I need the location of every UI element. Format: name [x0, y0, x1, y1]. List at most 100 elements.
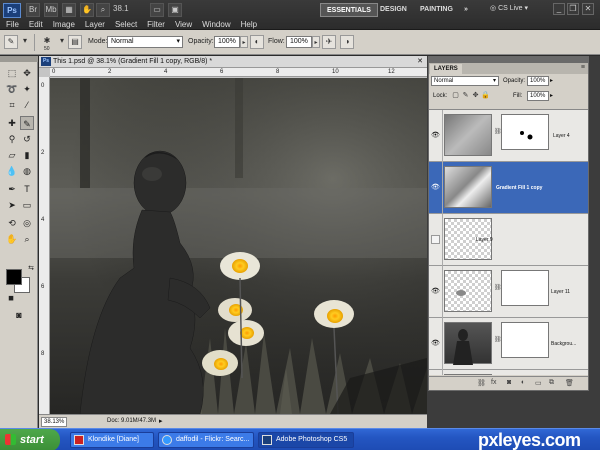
foreground-color-swatch[interactable] — [6, 269, 22, 285]
dodge-tool-icon[interactable]: ◍ — [20, 164, 34, 178]
3d-rotate-icon[interactable]: ⟲ — [5, 216, 19, 230]
zoom-level[interactable]: 38.1 — [113, 4, 129, 13]
opacity-slider-icon[interactable]: ▸ — [240, 36, 248, 48]
menu-edit[interactable]: Edit — [29, 20, 43, 29]
pressure-opacity-icon[interactable]: ◐ — [250, 35, 264, 49]
marquee-tool-icon[interactable]: ⬚ — [5, 66, 19, 80]
layer-mask-thumbnail[interactable] — [501, 114, 549, 150]
close-icon[interactable]: ✕ — [582, 3, 594, 15]
menu-file[interactable]: File — [6, 20, 19, 29]
default-colors-icon[interactable]: ◼ — [4, 292, 18, 306]
type-tool-icon[interactable]: T — [20, 182, 34, 196]
layer-row[interactable] — [429, 370, 588, 375]
lock-transparency-icon[interactable]: ▢ — [451, 92, 460, 100]
brush-panel-icon[interactable]: ▤ — [68, 35, 82, 49]
layer-style-icon[interactable]: fx — [491, 379, 496, 386]
mode-select[interactable]: Normal ▾ — [107, 36, 183, 48]
eraser-tool-icon[interactable]: ▱ — [5, 148, 19, 162]
bridge-icon[interactable]: Br — [26, 3, 40, 17]
blur-tool-icon[interactable]: 💧 — [5, 164, 19, 178]
image-canvas[interactable] — [50, 78, 427, 414]
menu-view[interactable]: View — [175, 20, 192, 29]
eye-icon[interactable]: 👁 — [431, 339, 440, 348]
swap-colors-icon[interactable]: ⇆ — [24, 262, 38, 276]
taskbar-item-klondike[interactable]: Klondike [Diane] — [70, 432, 154, 448]
preset-dropdown-icon[interactable]: ▾ — [20, 35, 30, 49]
flow-slider-icon[interactable]: ▸ — [312, 36, 320, 48]
shape-tool-icon[interactable]: ▭ — [20, 198, 34, 212]
add-mask-icon[interactable]: ◙ — [507, 379, 511, 386]
vertical-ruler[interactable]: 0 2 4 6 8 — [39, 77, 50, 414]
minimize-icon[interactable]: _ — [553, 3, 565, 15]
minibridge-icon[interactable]: Mb — [44, 3, 58, 17]
hand-tool-icon[interactable]: ✋ — [5, 232, 19, 246]
menu-filter[interactable]: Filter — [147, 20, 165, 29]
menu-layer[interactable]: Layer — [85, 20, 105, 29]
document-tab[interactable]: Ps This 1.psd @ 38.1% (Gradient Fill 1 c… — [39, 56, 427, 68]
trash-icon[interactable]: 🗑 — [565, 379, 574, 387]
visibility-toggle-off[interactable] — [431, 235, 440, 244]
brush-tool-preset-icon[interactable]: ✎ — [4, 35, 18, 49]
3d-orbit-icon[interactable]: ◎ — [20, 216, 34, 230]
crop-tool-icon[interactable]: ⌗ — [5, 98, 19, 112]
layer-row[interactable]: 👁 ⛓ Layer 4 — [429, 110, 588, 162]
taskbar-item-photoshop[interactable]: Adobe Photoshop CS5 — [258, 432, 354, 448]
gradient-tool-icon[interactable]: ▮ — [20, 148, 34, 162]
panel-grip[interactable] — [0, 56, 38, 62]
link-layers-icon[interactable]: ⛓ — [477, 379, 486, 387]
move-tool-icon[interactable]: ✥ — [20, 66, 34, 80]
status-menu-arrow-icon[interactable]: ▸ — [159, 417, 163, 425]
eyedropper-icon[interactable]: ⁄ — [20, 98, 34, 112]
opacity-input[interactable]: 100% — [214, 36, 240, 48]
horizontal-ruler[interactable]: 0 2 4 6 8 10 12 — [50, 68, 427, 77]
more-workspaces[interactable]: » — [458, 3, 474, 17]
menu-select[interactable]: Select — [115, 20, 137, 29]
brush-tool-icon[interactable]: ✎ — [20, 116, 34, 130]
tab-layers[interactable]: LAYERS — [430, 64, 462, 74]
workspace-painting[interactable]: PAINTING — [414, 3, 459, 17]
lasso-tool-icon[interactable]: ➰ — [5, 82, 19, 96]
fill-input[interactable]: 100% — [527, 91, 549, 101]
eye-icon[interactable]: 👁 — [431, 287, 440, 296]
eye-icon[interactable]: 👁 — [431, 183, 440, 192]
new-group-icon[interactable]: ▭ — [535, 379, 542, 387]
hand-zoom-icon[interactable]: ✋ — [80, 3, 94, 17]
quick-mask-icon[interactable]: ◙ — [12, 308, 26, 322]
lock-pixels-icon[interactable]: ✎ — [461, 92, 470, 100]
menu-help[interactable]: Help — [241, 20, 257, 29]
layer-mask-thumbnail[interactable] — [501, 322, 549, 358]
brush-dropdown-icon[interactable]: ▾ — [58, 35, 66, 49]
zoom-tool-icon[interactable]: ⌕ — [20, 232, 34, 246]
zoom-tool-icon[interactable]: ⌕ — [96, 3, 110, 17]
quick-select-icon[interactable]: ✦ — [20, 82, 34, 96]
adjustment-layer-icon[interactable]: ◐ — [521, 379, 525, 386]
taskbar-item-browser[interactable]: daffodil - Flickr: Searc... — [158, 432, 254, 448]
path-select-icon[interactable]: ➤ — [5, 198, 19, 212]
layer-row[interactable]: 👁 ⛓ Backgrou... — [429, 318, 588, 370]
document-size-info[interactable]: Doc: 9.01M/47.3M — [107, 418, 156, 424]
layer-opacity-input[interactable]: 100% — [527, 76, 549, 86]
workspace-essentials[interactable]: ESSENTIALS — [320, 3, 378, 17]
fill-arrow-icon[interactable]: ▸ — [550, 92, 553, 99]
screen-mode-icon[interactable]: ▣ — [168, 3, 182, 17]
workspace-design[interactable]: DESIGN — [374, 3, 413, 17]
pen-tool-icon[interactable]: ✒ — [5, 182, 19, 196]
panel-menu-icon[interactable]: ≡ — [581, 64, 585, 71]
arrange-documents-icon[interactable]: ▭ — [150, 3, 164, 17]
airbrush-icon[interactable]: ✈ — [322, 35, 336, 49]
layer-row[interactable]: Layer 9 — [429, 214, 588, 266]
new-layer-icon[interactable]: ⧉ — [549, 379, 554, 387]
flow-input[interactable]: 100% — [286, 36, 312, 48]
close-document-icon[interactable]: ✕ — [417, 56, 423, 68]
lock-all-icon[interactable]: 🔒 — [481, 92, 490, 100]
blend-mode-select[interactable]: Normal ▾ — [431, 76, 499, 86]
eye-icon[interactable]: 👁 — [431, 131, 440, 140]
layer-row[interactable]: 👁 ⛓ Layer 11 — [429, 266, 588, 318]
zoom-status-input[interactable]: 38.13% — [41, 417, 67, 427]
layer-mask-thumbnail[interactable] — [501, 270, 549, 306]
menu-image[interactable]: Image — [53, 20, 75, 29]
start-button[interactable]: start — [0, 429, 60, 450]
pressure-size-icon[interactable]: ◑ — [340, 35, 354, 49]
layer-row-selected[interactable]: 👁 Gradient Fill 1 copy — [429, 162, 588, 214]
extras-icon[interactable]: ▦ — [62, 3, 76, 17]
